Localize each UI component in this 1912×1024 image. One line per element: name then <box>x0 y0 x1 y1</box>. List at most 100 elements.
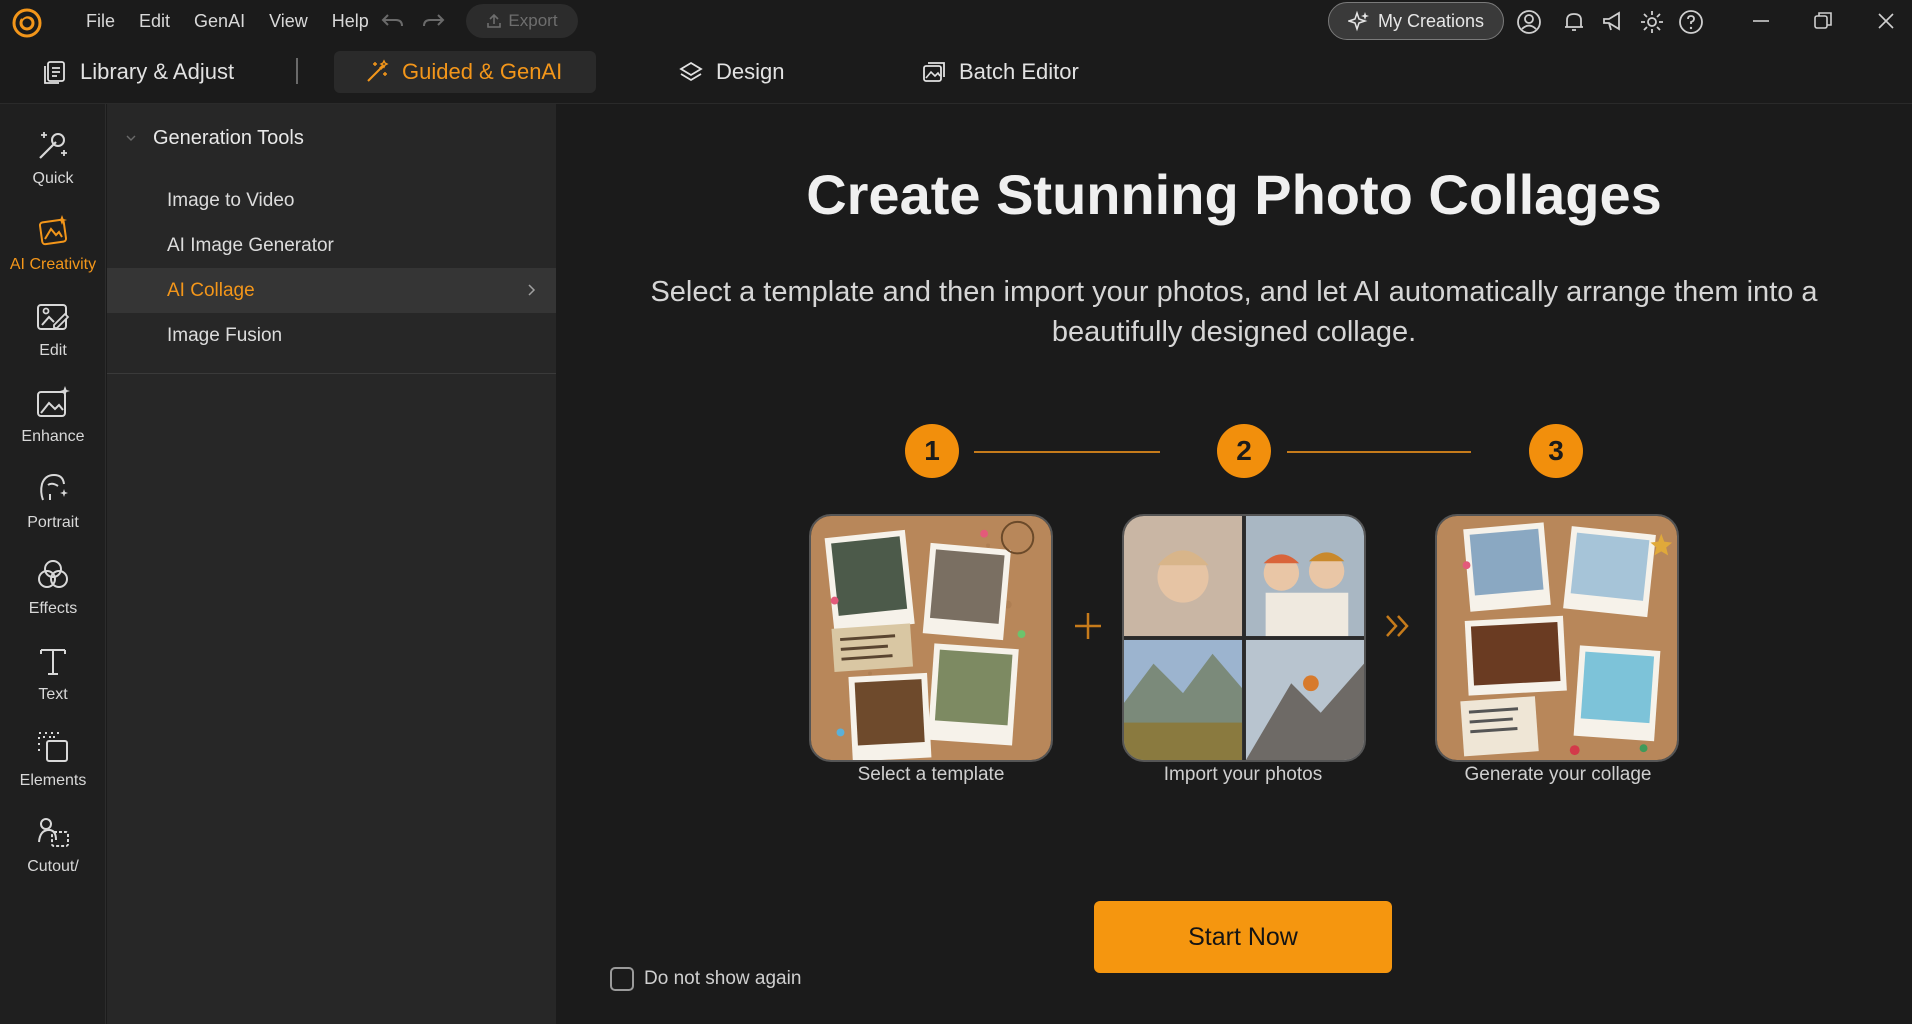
portrait-icon <box>40 473 68 501</box>
page-subtitle: Select a template and then import your p… <box>650 276 1818 348</box>
rail-item-cutout-label: Cutout/ <box>27 858 79 875</box>
account-icon[interactable] <box>1516 9 1542 35</box>
megaphone-icon[interactable] <box>1600 9 1626 35</box>
tab-library-adjust-label: Library & Adjust <box>80 59 235 84</box>
rail-item-edit-label: Edit <box>39 342 67 359</box>
close-icon[interactable] <box>1873 8 1899 34</box>
sparkle-icon <box>1347 10 1369 32</box>
export-label: Export <box>508 11 558 30</box>
double-chevron-right-icon <box>1386 615 1409 637</box>
my-creations-label: My Creations <box>1377 10 1485 31</box>
text-icon <box>40 649 66 675</box>
generation-tools-panel: Generation Tools Image to Video AI Image… <box>107 104 556 1024</box>
tab-guided-genai-label: Guided & GenAI <box>402 59 563 84</box>
my-creations-button[interactable]: My Creations <box>1328 2 1504 40</box>
tab-library-adjust[interactable]: Library & Adjust <box>42 51 234 93</box>
tool-image-fusion-label: Image Fusion <box>167 324 283 346</box>
tool-ai-collage[interactable]: AI Collage <box>107 268 556 313</box>
rail-item-effects-label: Effects <box>28 600 78 617</box>
generation-tools-title: Generation Tools <box>153 126 304 149</box>
rail-item-edit[interactable]: Edit <box>0 286 106 372</box>
rail-item-text-label: Text <box>38 686 68 703</box>
checkbox-box[interactable] <box>610 967 634 991</box>
rail-item-enhance[interactable]: Enhance <box>0 372 106 458</box>
export-button[interactable]: Export <box>466 4 578 38</box>
rail-item-cutout[interactable]: Cutout/ <box>0 802 106 888</box>
help-icon[interactable] <box>1678 9 1704 35</box>
tool-ai-image-generator-label: AI Image Generator <box>167 234 334 256</box>
title-bar: File Edit GenAI View Help Export My Crea… <box>0 0 1912 42</box>
do-not-show-again-checkbox[interactable]: Do not show again <box>610 967 801 991</box>
notification-bell-icon[interactable] <box>1561 9 1587 35</box>
page-title: Create Stunning Photo Collages <box>806 163 1662 226</box>
tool-rail: Quick AI Creativity Edit Enhance Portrai… <box>0 104 106 1024</box>
do-not-show-again-label: Do not show again <box>644 968 802 989</box>
start-now-button[interactable]: Start Now <box>1094 901 1392 973</box>
magic-sparkle-icon <box>39 132 67 159</box>
menu-view[interactable]: View <box>269 11 308 32</box>
tab-batch-editor-label: Batch Editor <box>959 59 1079 84</box>
step-3-label: Generate your collage <box>1464 764 1652 785</box>
app-logo-icon <box>12 8 42 38</box>
rail-item-elements[interactable]: Elements <box>0 716 106 802</box>
tool-ai-image-generator[interactable]: AI Image Generator <box>107 223 556 268</box>
step-3-badge: 3 <box>1529 424 1583 478</box>
panel-divider <box>107 373 556 374</box>
rail-item-effects[interactable]: Effects <box>0 544 106 630</box>
rail-item-elements-label: Elements <box>19 772 87 789</box>
menu-genai[interactable]: GenAI <box>194 11 245 32</box>
layers-icon <box>679 61 703 82</box>
rail-item-quick[interactable]: Quick <box>0 114 106 200</box>
step-2-badge: 2 <box>1217 424 1271 478</box>
generation-tools-header[interactable]: Generation Tools <box>125 124 304 152</box>
tab-batch-editor[interactable]: Batch Editor <box>921 51 1079 93</box>
chevron-down-icon <box>126 135 136 141</box>
effects-icon <box>38 560 68 588</box>
rail-item-quick-label: Quick <box>32 170 74 187</box>
tab-separator <box>296 58 298 84</box>
menu-edit[interactable]: Edit <box>139 11 170 32</box>
images-icon <box>923 62 945 82</box>
ai-collage-intro: Create Stunning Photo Collages Select a … <box>556 104 1912 1024</box>
plus-icon <box>1075 613 1101 639</box>
menu-help[interactable]: Help <box>332 11 369 32</box>
minimize-icon[interactable] <box>1748 8 1774 34</box>
rail-item-ai-creativity[interactable]: AI Creativity <box>0 200 106 286</box>
tab-guided-genai[interactable]: Guided & GenAI <box>334 51 597 93</box>
cutout-icon <box>38 818 69 847</box>
undo-icon[interactable] <box>380 9 406 33</box>
template-preview-image <box>809 514 1053 762</box>
ai-creativity-icon <box>38 215 68 246</box>
tool-image-fusion[interactable]: Image Fusion <box>107 313 556 358</box>
menu-bar: File Edit GenAI View Help <box>86 0 393 42</box>
rail-item-portrait[interactable]: Portrait <box>0 458 106 544</box>
step-connector <box>1287 451 1471 453</box>
tab-design[interactable]: Design <box>678 51 784 93</box>
settings-gear-icon[interactable] <box>1639 9 1665 35</box>
export-icon <box>487 13 502 28</box>
edit-image-icon <box>37 304 70 330</box>
step-1-badge: 1 <box>905 424 959 478</box>
restore-icon[interactable] <box>1810 8 1836 34</box>
tool-image-to-video[interactable]: Image to Video <box>107 178 556 223</box>
chevron-right-icon <box>528 284 536 296</box>
mode-tab-bar: Library & Adjust Guided & GenAI Design B… <box>0 42 1912 104</box>
menu-file[interactable]: File <box>86 11 115 32</box>
tab-design-label: Design <box>716 59 785 84</box>
elements-icon <box>38 732 68 762</box>
tool-ai-collage-label: AI Collage <box>167 279 255 301</box>
magic-wand-icon <box>367 59 389 82</box>
tool-image-to-video-label: Image to Video <box>167 189 295 211</box>
step-2-label: Import your photos <box>1163 764 1323 785</box>
rail-item-portrait-label: Portrait <box>27 514 79 531</box>
redo-icon[interactable] <box>420 9 446 33</box>
enhance-icon <box>37 386 70 417</box>
rail-item-ai-creativity-label: AI Creativity <box>9 256 97 273</box>
step-connector <box>974 451 1160 453</box>
rail-item-enhance-label: Enhance <box>21 428 85 445</box>
generated-collage-preview <box>1435 514 1679 762</box>
imported-photos-preview <box>1122 514 1366 762</box>
library-icon <box>44 61 65 84</box>
step-1-label: Select a template <box>857 764 1005 785</box>
rail-item-text[interactable]: Text <box>0 630 106 716</box>
